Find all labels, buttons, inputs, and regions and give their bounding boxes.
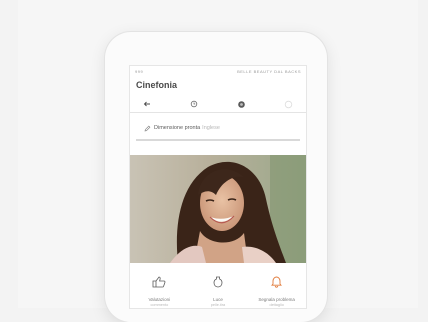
circle-icon[interactable] [282,97,296,111]
profile-photo[interactable] [130,155,306,263]
action-sublabel: commento [150,303,169,307]
composer-hint: Inglese [202,125,220,131]
composer[interactable]: Dimensione pronta Inglese [130,113,306,139]
app-title: Cinefonia [136,80,178,90]
status-left: 999 [135,68,144,74]
action-bar: Valutazioni commento Luce pelle.tira Seg… [130,263,306,308]
action-label: Segnala problema [258,297,295,302]
back-arrow-icon[interactable] [140,97,154,111]
pencil-icon [144,119,151,137]
status-bar: 999 BELLE BEAUTY DAL BACKS [130,66,306,76]
toolbar [130,96,306,113]
clock-icon[interactable] [187,97,201,111]
action-segnala[interactable]: Segnala problema dettaglio [252,275,302,307]
action-label: Valutazioni [148,297,171,302]
composer-label: Dimensione pronta [154,125,201,131]
action-label: Luce [213,297,223,302]
status-right: BELLE BEAUTY DAL BACKS [237,68,301,74]
action-luce[interactable]: Luce pelle.tira [193,275,243,307]
action-valutazioni[interactable]: Valutazioni commento [134,275,184,307]
bottle-icon [212,275,224,293]
action-sublabel: dettaglio [269,303,284,307]
divider [136,139,300,141]
thumbs-up-icon [152,275,166,293]
bell-icon [270,275,283,293]
action-sublabel: pelle.tira [210,303,226,307]
app-screen: 999 BELLE BEAUTY DAL BACKS Cinefonia Dim… [130,66,306,308]
camera-icon[interactable] [235,97,249,111]
